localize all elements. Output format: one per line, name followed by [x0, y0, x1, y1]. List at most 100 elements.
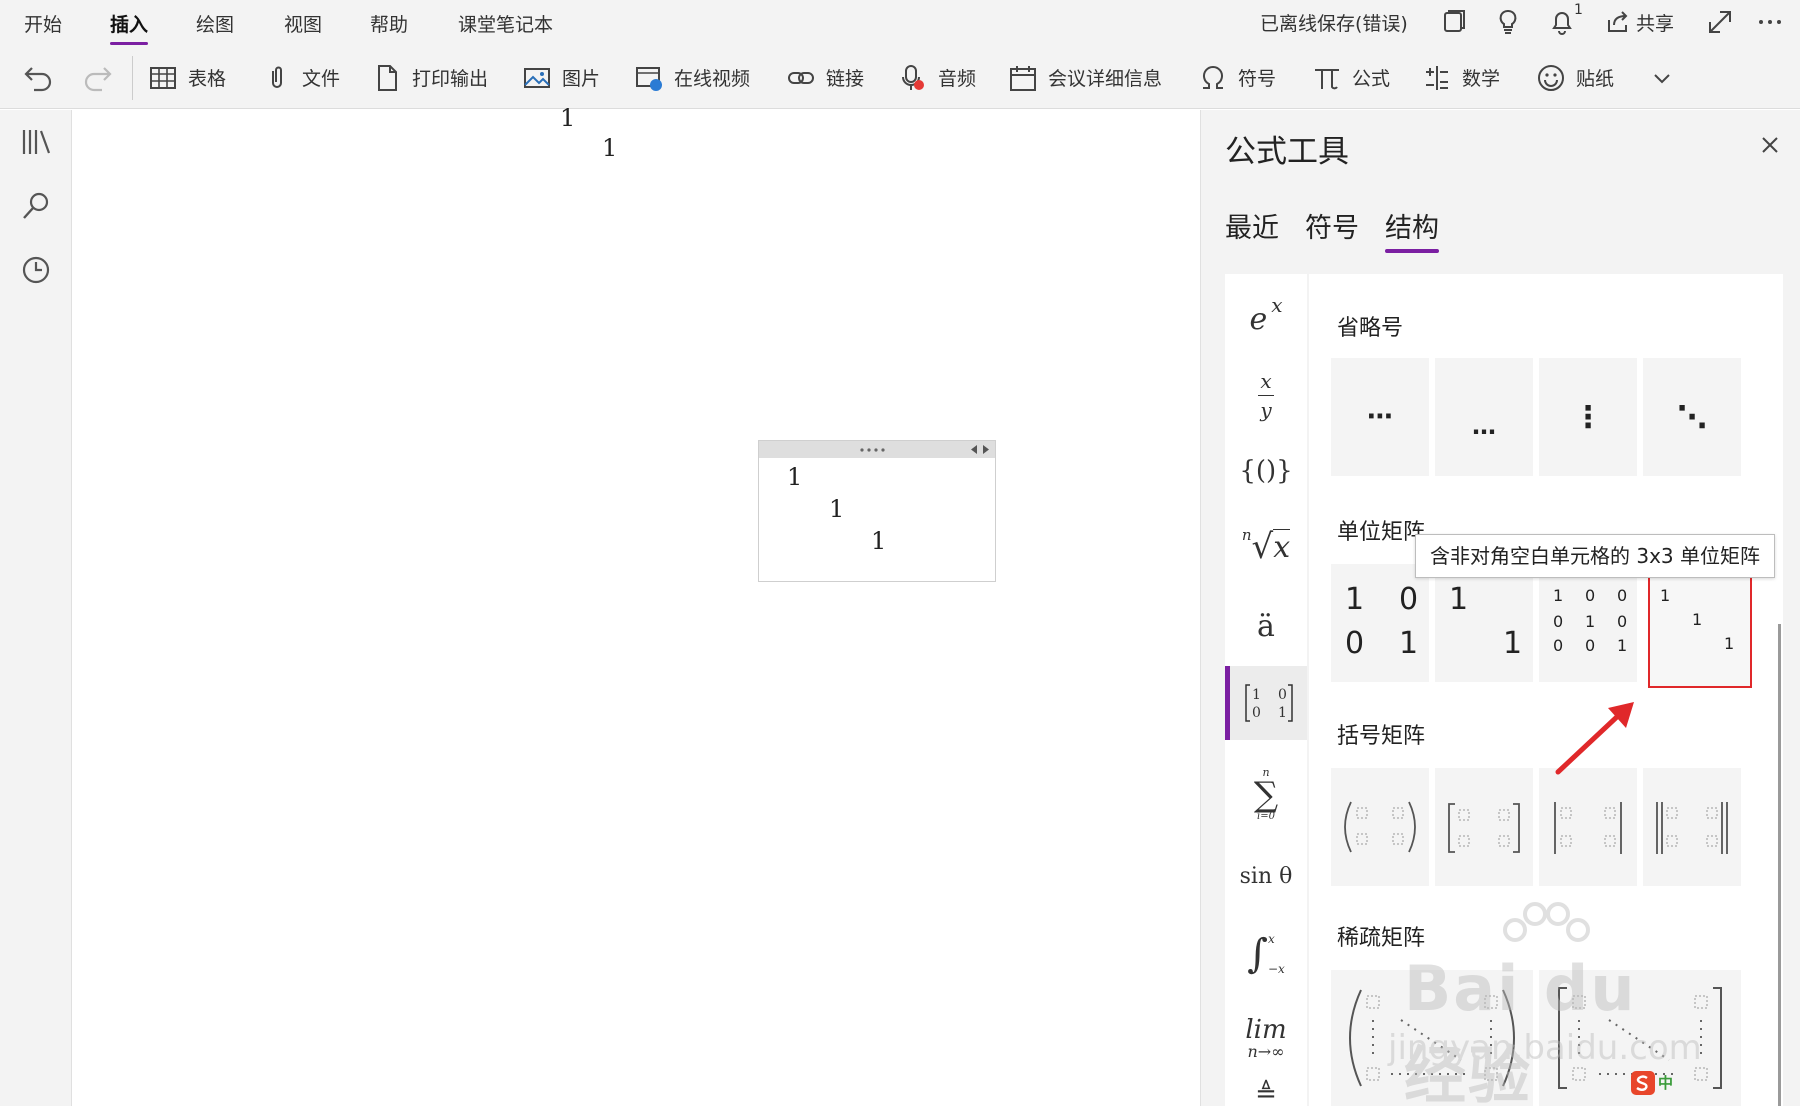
red-arrow-annotation — [1555, 702, 1634, 775]
identity-2x2-tile[interactable]: 1 0 0 1 — [1331, 564, 1429, 682]
category-integral[interactable]: ∫ x −x — [1225, 914, 1307, 994]
file-button[interactable]: 文件 — [262, 46, 340, 109]
table-button[interactable]: 表格 — [148, 46, 226, 109]
table-icon — [150, 66, 176, 89]
category-matrix[interactable]: 1 0 0 1 — [1225, 666, 1307, 740]
recent-clock-icon[interactable] — [20, 254, 52, 286]
chevron-down-icon[interactable] — [1650, 66, 1674, 90]
category-operator[interactable]: ≜ — [1225, 1074, 1307, 1114]
undo-icon[interactable] — [22, 60, 54, 92]
tab-insert[interactable]: 插入 — [110, 10, 149, 45]
paw-logo-icon — [1503, 902, 1590, 942]
square-bracket-matrix-icon — [1448, 803, 1520, 853]
page-canvas[interactable]: 1 1 1 1 1 — [72, 104, 1200, 1106]
tab-help[interactable]: 帮助 — [370, 10, 408, 37]
paperclip-icon — [272, 66, 282, 88]
determinant-matrix-icon — [1554, 802, 1622, 854]
tab-symbols[interactable]: 符号 — [1305, 206, 1359, 245]
link-label: 链接 — [826, 68, 865, 90]
picture-icon — [524, 67, 550, 88]
category-accent[interactable]: ä — [1225, 594, 1307, 658]
norm-matrix-tile[interactable] — [1643, 768, 1741, 886]
equation-button[interactable]: 公式 — [1312, 46, 1390, 109]
share-button[interactable]: 共享 — [1636, 9, 1674, 36]
sync-status[interactable]: 已离线保存(错误) — [1260, 9, 1408, 36]
category-fraction[interactable]: x y — [1225, 360, 1307, 430]
sticker-label: 贴纸 — [1576, 68, 1615, 90]
share-icon[interactable] — [1604, 8, 1632, 36]
pi-icon — [1315, 68, 1339, 89]
ellipsis-midline-tile[interactable]: ⋯ — [1331, 358, 1429, 476]
document-icon — [378, 64, 397, 91]
redo-icon[interactable] — [82, 60, 114, 92]
notification-badge: 1 — [1574, 2, 1583, 18]
section-bracket-matrix: 括号矩阵 — [1337, 724, 1426, 749]
structure-tooltip: 含非对角空白单元格的 3x3 单位矩阵 — [1415, 534, 1775, 578]
ime-indicator[interactable]: 中 — [1630, 1070, 1686, 1096]
ellipsis-diagonal-tile[interactable]: ⋱ — [1643, 358, 1741, 476]
paren-matrix-tile[interactable] — [1331, 768, 1429, 886]
norm-matrix-icon — [1656, 802, 1728, 854]
identity-3x3-tile[interactable]: 1 0 0 0 1 0 0 0 1 — [1539, 564, 1637, 682]
ribbon-separator — [132, 56, 133, 100]
container-drag-handle[interactable] — [759, 441, 995, 458]
tab-view[interactable]: 视图 — [284, 10, 322, 37]
panel-scrollbar[interactable] — [1778, 624, 1781, 1106]
bell-icon[interactable] — [1548, 8, 1576, 36]
ribbon-toolbar: 表格 文件 打印输出 图片 在线视频 链接 音频 会议详细信息 符号 公式 数学 — [0, 46, 1800, 109]
symbol-button[interactable]: 符号 — [1198, 46, 1276, 109]
close-icon[interactable] — [1759, 134, 1781, 156]
section-identity-matrix: 单位矩阵 — [1337, 520, 1426, 545]
notebooks-icon[interactable] — [20, 126, 52, 158]
equation-value: 1 — [787, 463, 803, 491]
ellipsis-vertical-tile[interactable]: ⋮ — [1539, 358, 1637, 476]
lightbulb-icon[interactable] — [1494, 8, 1522, 36]
tab-draw[interactable]: 绘图 — [196, 10, 234, 37]
smiley-icon — [1538, 64, 1564, 91]
sticker-button[interactable]: 贴纸 — [1536, 46, 1614, 109]
category-bracket[interactable]: {()} — [1225, 438, 1307, 504]
search-icon[interactable] — [20, 190, 52, 222]
navigation-rail — [0, 110, 72, 1106]
printout-button[interactable]: 打印输出 — [372, 46, 488, 109]
tab-recent[interactable]: 最近 — [1225, 206, 1279, 245]
identity-3x3-blank-tile[interactable]: 1 1 1 — [1648, 564, 1752, 688]
picture-button[interactable]: 图片 — [522, 46, 600, 109]
tab-class-notebook[interactable]: 课堂笔记本 — [458, 10, 553, 37]
svg-text:0: 0 — [1278, 687, 1287, 703]
link-button[interactable]: 链接 — [786, 46, 864, 109]
tab-home[interactable]: 开始 — [24, 10, 62, 37]
top-menu-bar: 开始 插入 绘图 视图 帮助 课堂笔记本 已离线保存(错误) 1 共享 — [0, 0, 1800, 46]
category-script[interactable]: ex — [1225, 288, 1307, 350]
notebook-view-icon[interactable] — [1440, 8, 1468, 36]
audio-button[interactable]: 音频 — [898, 46, 976, 109]
tab-structures[interactable]: 结构 — [1385, 206, 1439, 253]
microphone-icon — [902, 64, 924, 90]
identity-2x2-blank-tile[interactable]: 1 1 — [1435, 564, 1533, 682]
more-options-icon[interactable] — [1756, 8, 1784, 36]
canvas-value: 1 — [602, 134, 618, 162]
ellipsis-baseline-tile[interactable]: … — [1435, 358, 1533, 476]
equation-container[interactable]: 1 1 1 — [758, 440, 996, 582]
expand-icon[interactable] — [1706, 8, 1734, 36]
omega-icon — [1203, 65, 1223, 89]
resize-arrows-icon[interactable] — [969, 444, 991, 455]
category-large-operator[interactable]: n ∑ i=0 — [1225, 752, 1307, 836]
picture-label: 图片 — [562, 68, 601, 90]
svg-text:1: 1 — [1252, 687, 1261, 703]
math-button[interactable]: 数学 — [1422, 46, 1500, 109]
watermark-url: jingyan.baidu.com — [1388, 1028, 1702, 1068]
online-video-icon — [636, 66, 662, 91]
link-icon — [788, 71, 814, 84]
category-function[interactable]: sin θ — [1225, 844, 1307, 908]
audio-label: 音频 — [938, 68, 977, 90]
online-video-button[interactable]: 在线视频 — [634, 46, 750, 109]
category-radical[interactable]: n √ x — [1225, 510, 1307, 584]
file-label: 文件 — [302, 68, 341, 90]
category-limit[interactable]: lim n→∞ — [1225, 1004, 1307, 1074]
square-bracket-matrix-tile[interactable] — [1435, 768, 1533, 886]
grip-icon — [860, 448, 885, 452]
equation-label: 公式 — [1352, 68, 1391, 90]
determinant-matrix-tile[interactable] — [1539, 768, 1637, 886]
meeting-details-button[interactable]: 会议详细信息 — [1008, 46, 1162, 109]
